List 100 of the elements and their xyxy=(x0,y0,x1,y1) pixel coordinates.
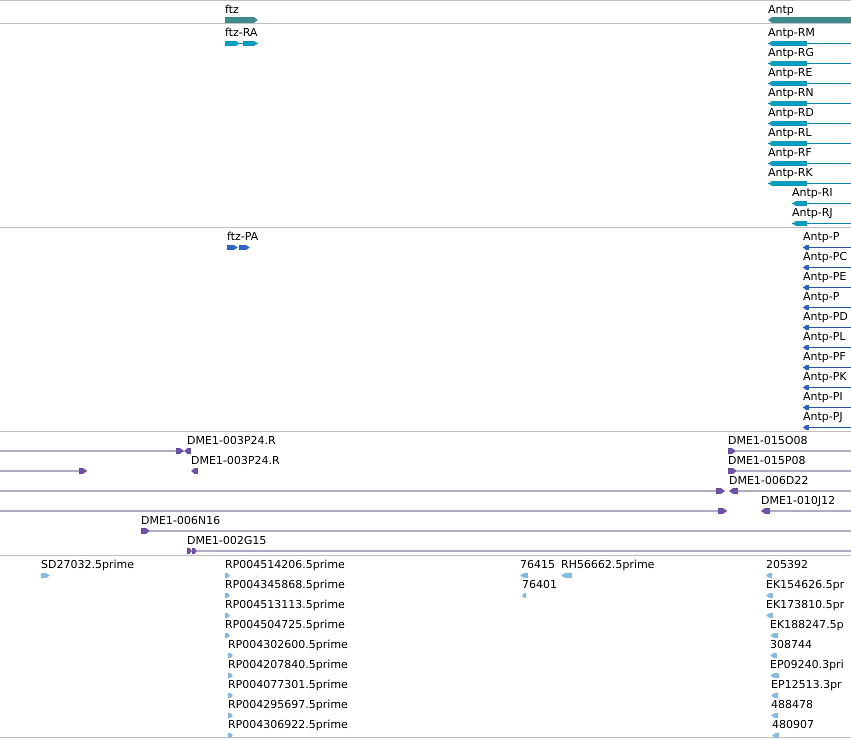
protein-label: Antp-PE xyxy=(803,271,846,283)
est-label: EP09240.3pri xyxy=(770,659,844,671)
transcript-label: Antp-RG xyxy=(768,47,814,59)
transcript-label: Antp-RF xyxy=(768,147,812,159)
clone-glyph[interactable] xyxy=(191,468,198,474)
clone-glyph[interactable] xyxy=(761,508,851,514)
clone-glyph[interactable] xyxy=(729,488,851,494)
transcript-label: Antp-RK xyxy=(768,167,813,179)
transcript-glyph[interactable] xyxy=(768,100,851,106)
est-glyph[interactable] xyxy=(770,672,779,678)
transcript-glyph[interactable] xyxy=(768,40,851,46)
est-label: RP004302600.5prime xyxy=(228,639,348,651)
est-glyph[interactable] xyxy=(225,592,230,598)
est-label: 488478 xyxy=(771,699,813,711)
est-label: RP004306922.5prime xyxy=(228,719,348,731)
est-label: EP12513.3pr xyxy=(771,679,842,691)
clone-label: DME1-015P08 xyxy=(728,455,806,467)
clone-glyph[interactable] xyxy=(728,468,851,474)
est-glyph[interactable] xyxy=(561,572,572,578)
protein-glyph[interactable] xyxy=(803,304,851,310)
transcript-glyph[interactable] xyxy=(768,180,851,186)
est-glyph[interactable] xyxy=(225,572,230,578)
est-label: 308744 xyxy=(770,639,812,651)
est-label: 205392 xyxy=(766,559,808,571)
est-label: RP004295697.5prime xyxy=(228,699,348,711)
clone-glyph[interactable] xyxy=(0,508,727,514)
protein-glyph[interactable] xyxy=(803,364,851,370)
est-label: RP004514206.5prime xyxy=(225,559,345,571)
protein-label: Antp-PF xyxy=(803,351,846,363)
clone-glyph[interactable] xyxy=(187,548,851,554)
transcript-glyph[interactable] xyxy=(768,60,851,66)
protein-glyph[interactable] xyxy=(803,284,851,290)
protein-label: Antp-PL xyxy=(803,331,846,343)
est-glyph[interactable] xyxy=(520,572,528,578)
clone-label: DME1-003P24.R xyxy=(191,455,280,467)
protein-label: Antp-PC xyxy=(803,251,848,263)
protein-glyph[interactable] xyxy=(803,324,851,330)
est-label: EK173810.5pr xyxy=(766,599,844,611)
est-glyph[interactable] xyxy=(225,632,230,638)
clone-glyph[interactable] xyxy=(0,488,725,494)
transcript-label: Antp-RE xyxy=(768,67,812,79)
clone-glyph[interactable] xyxy=(0,448,191,454)
protein-glyph[interactable] xyxy=(803,404,851,410)
est-glyph[interactable] xyxy=(522,592,526,598)
gene-glyph[interactable] xyxy=(225,17,258,23)
est-label: 76415 xyxy=(520,559,555,571)
est-glyph[interactable] xyxy=(766,592,773,598)
protein-label: Antp-PI xyxy=(803,391,843,403)
protein-glyph[interactable] xyxy=(803,384,851,390)
est-glyph[interactable] xyxy=(772,732,779,738)
est-label: SD27032.5prime xyxy=(41,559,134,571)
protein-glyph[interactable] xyxy=(803,244,851,250)
protein-label: Antp-PD xyxy=(803,311,848,323)
est-label: RP004207840.5prime xyxy=(228,659,348,671)
protein-glyph[interactable] xyxy=(803,424,851,430)
transcript-glyph[interactable] xyxy=(768,160,851,166)
clone-glyph[interactable] xyxy=(728,448,851,454)
est-label: EK154626.5pr xyxy=(766,579,844,591)
est-glyph[interactable] xyxy=(771,712,778,718)
transcript-label: Antp-RJ xyxy=(792,207,833,219)
est-glyph[interactable] xyxy=(228,712,233,718)
protein-glyph[interactable] xyxy=(227,244,250,250)
est-glyph[interactable] xyxy=(228,652,233,658)
clone-label: DME1-010J12 xyxy=(761,495,836,507)
transcript-glyph[interactable] xyxy=(792,220,851,226)
est-label: RP004077301.5prime xyxy=(228,679,348,691)
transcript-glyph[interactable] xyxy=(225,40,258,46)
clone-glyph[interactable] xyxy=(141,528,851,534)
est-glyph[interactable] xyxy=(766,612,773,618)
transcript-label: Antp-RN xyxy=(768,87,814,99)
est-glyph[interactable] xyxy=(228,672,233,678)
est-label: EK188247.5p xyxy=(770,619,844,631)
est-glyph[interactable] xyxy=(225,612,230,618)
clone-label: DME1-006D22 xyxy=(729,475,808,487)
est-label: 480907 xyxy=(772,719,814,731)
gene-label: Antp xyxy=(768,4,794,16)
transcript-label: Antp-RI xyxy=(792,187,833,199)
est-glyph[interactable] xyxy=(770,652,777,658)
protein-glyph[interactable] xyxy=(803,264,851,270)
transcript-glyph[interactable] xyxy=(768,120,851,126)
protein-label: Antp-P xyxy=(803,231,840,243)
protein-label: ftz-PA xyxy=(227,231,258,243)
protein-glyph[interactable] xyxy=(803,344,851,350)
transcript-glyph[interactable] xyxy=(768,80,851,86)
est-label: 76401 xyxy=(522,579,557,591)
est-glyph[interactable] xyxy=(766,572,772,578)
clone-label: DME1-003P24.R xyxy=(187,435,276,447)
est-glyph[interactable] xyxy=(41,572,50,578)
transcript-label: ftz-RA xyxy=(225,27,258,39)
transcript-glyph[interactable] xyxy=(768,140,851,146)
est-glyph[interactable] xyxy=(228,692,233,698)
transcript-glyph[interactable] xyxy=(792,200,851,206)
clone-label: DME1-002G15 xyxy=(187,535,266,547)
gene-glyph[interactable] xyxy=(768,17,851,23)
est-glyph[interactable] xyxy=(770,632,778,638)
est-glyph[interactable] xyxy=(771,692,778,698)
clone-glyph[interactable] xyxy=(0,468,87,474)
est-glyph[interactable] xyxy=(228,732,233,738)
protein-label: Antp-PK xyxy=(803,371,847,383)
clone-label: DME1-006N16 xyxy=(141,515,220,527)
